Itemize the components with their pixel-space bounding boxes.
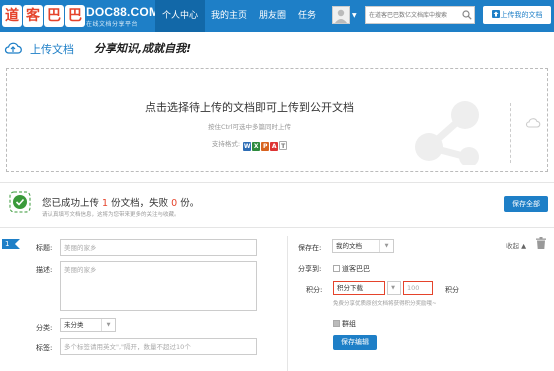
group-checkbox[interactable] <box>333 320 340 327</box>
result-suffix: 份。 <box>180 198 200 209</box>
powerpoint-icon: P <box>261 142 270 151</box>
nav-tasks[interactable]: 任务 <box>292 0 322 32</box>
cloud-icon <box>525 118 541 128</box>
group-label: 群组 <box>342 320 356 328</box>
share-checkbox[interactable] <box>333 265 340 272</box>
page-header: 上传文档 分享知识,成就自我! <box>0 36 554 62</box>
points-type-select[interactable]: 积分下载 <box>333 281 385 295</box>
group-option[interactable]: 群组 <box>333 319 356 329</box>
save-all-button[interactable]: 保存全部 <box>504 196 548 212</box>
cloud-upload-icon <box>4 42 22 54</box>
trash-icon[interactable] <box>536 237 546 249</box>
title-label: 标题: <box>36 244 53 252</box>
points-type-value: 积分下载 <box>337 284 363 292</box>
nav-friends[interactable]: 朋友圈 <box>253 0 292 32</box>
search-icon[interactable] <box>462 10 472 20</box>
upload-result-subtext: 请认真填写文档信息，这将为您带来更多的关注与收藏。 <box>42 212 180 218</box>
document-info-form: 1 标题: 美丽的家乡 描述: 美丽的家乡 分类: 未分类 ▼ 标签: 多个标签… <box>0 236 554 371</box>
chevron-down-icon: ▼ <box>379 240 393 252</box>
category-label: 分类: <box>36 324 53 332</box>
brand-tagline: 在线文档分享平台 <box>86 21 139 28</box>
logo-char: 客 <box>23 5 43 27</box>
save-location-label: 保存在: <box>298 244 322 252</box>
user-icon <box>335 9 347 23</box>
site-logo[interactable]: 道 客 巴 巴 <box>2 3 85 29</box>
chevron-down-icon: ▼ <box>101 319 115 331</box>
chevron-down-icon: ▼ <box>391 285 395 291</box>
chevron-down-icon[interactable]: ▼ <box>352 12 357 19</box>
tags-field[interactable]: 多个标签请用英文","隔开，数量不超过10个 <box>60 338 257 355</box>
points-hint: 免费分享优质原创文档将获得积分奖励哦~ <box>333 301 437 307</box>
nav-my-homepage[interactable]: 我的主页 <box>205 0 253 32</box>
dropzone-side-panel <box>510 103 550 163</box>
main-nav: 个人中心 我的主页 朋友圈 任务 <box>155 0 322 32</box>
text-file-icon: T <box>279 141 288 150</box>
points-label: 积分: <box>306 286 323 294</box>
document-index-badge: 1 <box>2 239 20 249</box>
category-select[interactable]: 未分类 ▼ <box>60 318 116 332</box>
save-location-value: 我的文档 <box>336 242 362 250</box>
share-label: 分享到: <box>298 265 322 273</box>
points-value-field[interactable]: 100 <box>403 281 433 295</box>
upload-status-bar: 您已成功上传 1 份文档，失败 0 份。 请认真填写文档信息，这将为您带来更多的… <box>0 182 554 228</box>
excel-icon: X <box>252 142 261 151</box>
pdf-icon: A <box>270 142 279 151</box>
collapse-label: 收起 <box>506 242 519 250</box>
title-field[interactable]: 美丽的家乡 <box>60 239 257 256</box>
file-dropzone[interactable]: 点击选择待上传的文档即可上传到公开文档 按住Ctrl可选中多篇同时上传 支持格式… <box>6 68 548 172</box>
upload-my-documents-button[interactable]: 上传我的文档 <box>483 6 551 24</box>
save-edit-button[interactable]: 保存编辑 <box>333 335 377 350</box>
fail-count: 0 <box>171 198 178 209</box>
search-input[interactable] <box>366 7 460 23</box>
collapse-button[interactable]: 收起 ▲ <box>506 240 526 250</box>
nav-personal-center[interactable]: 个人中心 <box>155 0 206 32</box>
result-prefix: 您已成功上传 <box>42 198 100 209</box>
points-type-dropdown[interactable]: ▼ <box>387 281 401 295</box>
logo-char: 道 <box>2 5 22 27</box>
page-slogan: 分享知识,成就自我! <box>94 42 192 55</box>
success-check-icon <box>9 191 31 213</box>
share-target: 道客巴巴 <box>342 265 370 273</box>
description-label: 描述: <box>36 266 53 274</box>
upload-icon <box>491 10 500 18</box>
share-icon <box>415 101 479 165</box>
logo-char: 巴 <box>44 5 64 27</box>
formats-label: 支持格式: <box>211 140 241 148</box>
share-option[interactable]: 道客巴巴 <box>333 264 370 274</box>
logo-char: 巴 <box>65 5 85 27</box>
upload-result-text: 您已成功上传 1 份文档，失败 0 份。 <box>42 195 199 209</box>
word-icon: W <box>243 142 252 151</box>
form-left-column: 1 标题: 美丽的家乡 描述: 美丽的家乡 分类: 未分类 ▼ 标签: 多个标签… <box>0 236 288 371</box>
page-title: 上传文档 <box>30 43 74 56</box>
category-value: 未分类 <box>64 321 84 329</box>
save-location-select[interactable]: 我的文档 ▼ <box>332 239 394 253</box>
description-field[interactable]: 美丽的家乡 <box>60 261 257 311</box>
upload-button-label: 上传我的文档 <box>500 11 543 19</box>
success-count: 1 <box>102 198 109 209</box>
avatar[interactable] <box>332 6 350 24</box>
result-mid: 份文档，失败 <box>111 198 169 209</box>
tags-label: 标签: <box>36 344 53 352</box>
top-navigation-bar: 道 客 巴 巴 DOC88.COM 在线文档分享平台 个人中心 我的主页 朋友圈… <box>0 0 554 32</box>
brand-name: DOC88.COM <box>86 5 160 19</box>
points-unit: 积分 <box>445 286 459 294</box>
search-box <box>365 6 475 24</box>
